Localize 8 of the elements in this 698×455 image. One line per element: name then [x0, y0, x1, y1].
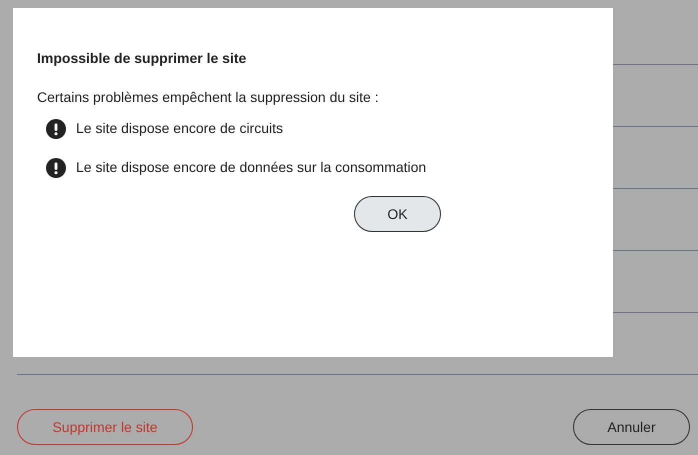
dialog-message: Certains problèmes empêchent la suppression du site :: [37, 88, 380, 107]
issue-text: Le site dispose encore de circuits: [76, 119, 283, 138]
dialog-title: Impossible de supprimer le site: [37, 49, 248, 68]
warning-icon: [46, 158, 66, 178]
issue-text: Le site dispose encore de données sur la consommation: [76, 158, 426, 177]
warning-icon: [46, 118, 66, 138]
cancel-button[interactable]: Annuler: [573, 409, 690, 445]
ok-button[interactable]: OK: [354, 196, 441, 232]
